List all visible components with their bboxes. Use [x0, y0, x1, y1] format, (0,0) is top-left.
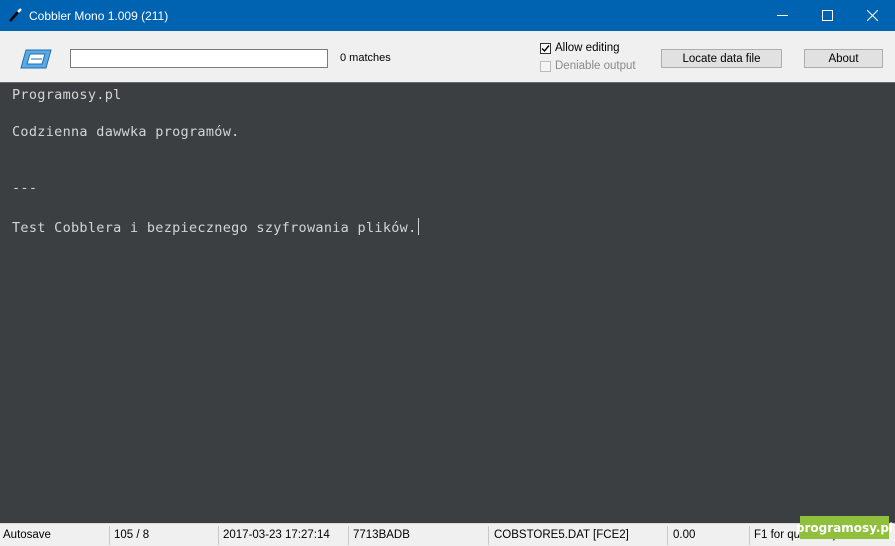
search-input[interactable] — [70, 49, 328, 68]
status-divider — [749, 526, 750, 545]
about-button[interactable]: About — [804, 49, 883, 68]
deniable-output-label: Deniable output — [555, 60, 636, 72]
status-file: COBSTORE5.DAT [FCE2] — [494, 529, 629, 541]
status-divider — [488, 526, 489, 545]
close-icon — [867, 10, 878, 21]
match-count: 0 matches — [340, 52, 391, 64]
cobbler-logo-icon — [20, 49, 52, 69]
status-divider — [218, 526, 219, 545]
editor-line: --- — [12, 180, 38, 196]
status-timestamp: 2017-03-23 17:27:14 — [223, 529, 330, 541]
deniable-output-checkbox: Deniable output — [540, 60, 636, 72]
status-divider — [109, 526, 110, 545]
minimize-icon — [777, 15, 788, 16]
status-divider — [348, 526, 349, 545]
title-bar: Cobbler Mono 1.009 (211) — [0, 0, 895, 31]
status-divider — [667, 526, 668, 545]
close-button[interactable] — [850, 0, 895, 31]
status-autosave: Autosave — [3, 529, 51, 541]
text-editor[interactable]: Programosy.pl Codzienna dawwka programów… — [0, 82, 895, 523]
allow-editing-checkbox[interactable]: Allow editing — [540, 42, 620, 54]
checkbox-box — [540, 60, 551, 72]
allow-editing-label: Allow editing — [555, 42, 620, 54]
editor-line: Programosy.pl — [12, 87, 122, 103]
maximize-button[interactable] — [805, 0, 850, 31]
locate-data-file-button[interactable]: Locate data file — [661, 49, 782, 68]
editor-line-text: Test Cobblera i bezpiecznego szyfrowania… — [12, 220, 417, 236]
status-position: 105 / 8 — [114, 529, 150, 541]
watermark-logo: programosy.pl — [796, 516, 893, 539]
minimize-button[interactable] — [760, 0, 805, 31]
editor-line-with-caret: Test Cobblera i bezpiecznego szyfrowania… — [12, 218, 419, 236]
status-bar: Autosave 105 / 8 2017-03-23 17:27:14 771… — [0, 523, 895, 546]
editor-line: Codzienna dawwka programów. — [12, 124, 240, 140]
status-value: 0.00 — [673, 529, 696, 541]
window-title: Cobbler Mono 1.009 (211) — [29, 9, 169, 23]
status-hash: 7713BADB — [353, 529, 410, 541]
checkmark-icon — [541, 44, 550, 52]
maximize-icon — [822, 10, 833, 21]
wand-icon — [7, 7, 23, 23]
text-caret — [417, 218, 419, 235]
toolbar: 0 matches Allow editing Deniable output … — [0, 31, 895, 82]
checkbox-box[interactable] — [540, 42, 551, 54]
